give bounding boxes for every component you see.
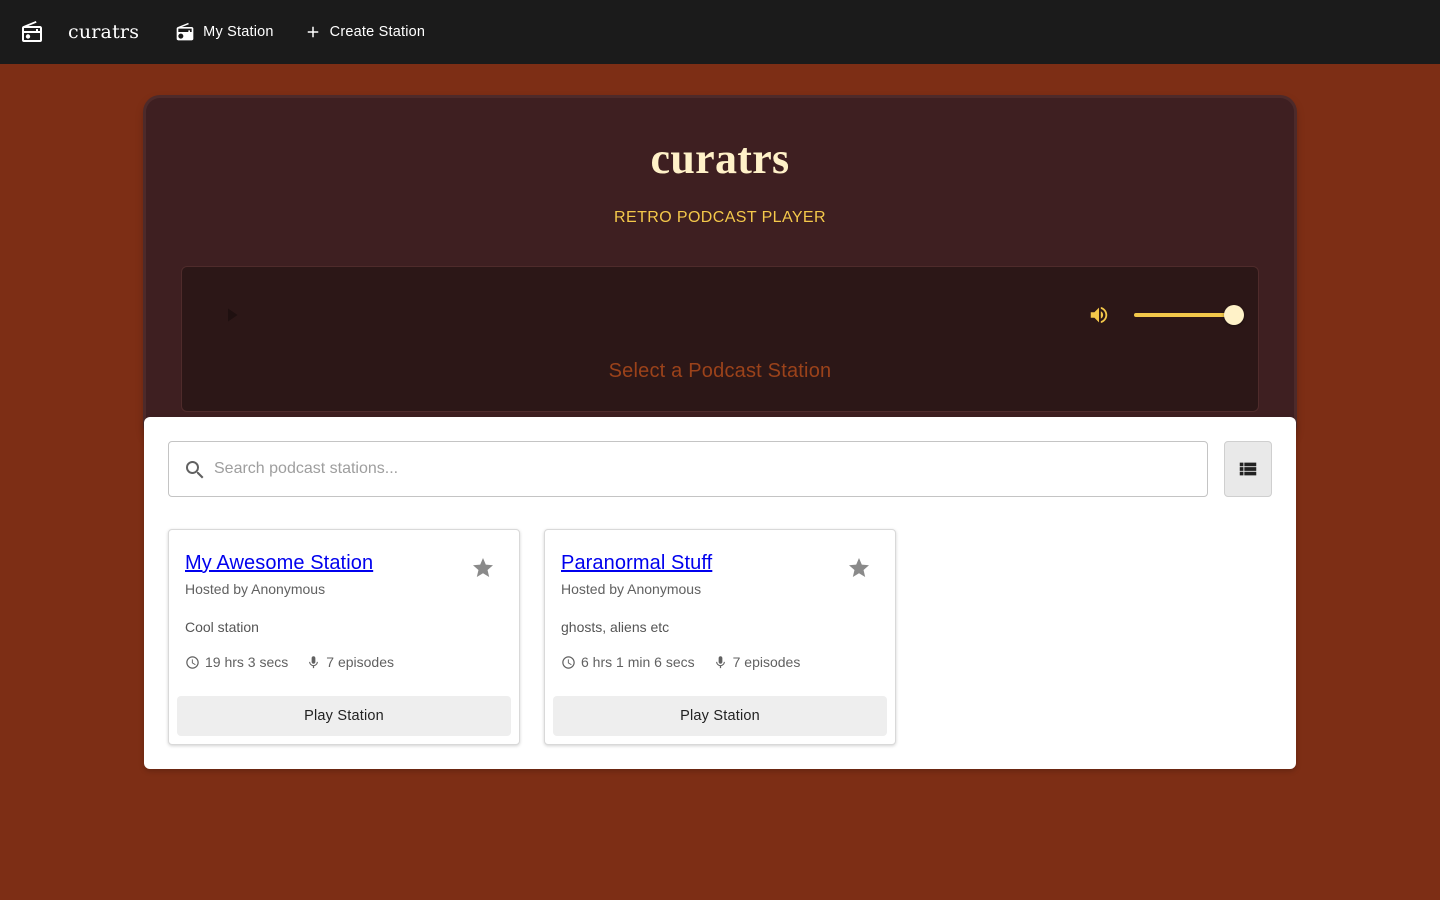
station-card: My Awesome Station Hosted by Anonymous C… [168, 529, 520, 745]
top-navbar: curatrs My Station Create Station [0, 0, 1440, 64]
volume-icon[interactable] [1088, 304, 1110, 326]
volume-slider-track [1134, 313, 1234, 317]
microphone-icon [713, 655, 728, 670]
station-name-link[interactable]: Paranormal Stuff [561, 552, 712, 575]
duration-text: 6 hrs 1 min 6 secs [581, 654, 695, 670]
radio-icon [175, 22, 195, 42]
star-icon[interactable] [471, 556, 495, 580]
clock-icon [185, 655, 200, 670]
brand-name[interactable]: curatrs [68, 21, 139, 43]
star-icon[interactable] [847, 556, 871, 580]
radio-icon[interactable] [20, 20, 44, 44]
player-deck: Select a Podcast Station [181, 266, 1259, 412]
search-input[interactable] [214, 442, 1194, 496]
station-description: ghosts, aliens etc [561, 619, 670, 635]
search-icon [183, 458, 207, 482]
station-episodes: 7 episodes [306, 654, 394, 670]
volume-slider[interactable] [1134, 304, 1244, 326]
clock-icon [561, 655, 576, 670]
select-station-prompt: Select a Podcast Station [608, 360, 832, 382]
station-episodes: 7 episodes [713, 654, 801, 670]
episodes-text: 7 episodes [732, 654, 801, 670]
my-station-button[interactable]: My Station [175, 22, 274, 42]
play-station-button[interactable]: Play Station [553, 696, 887, 736]
list-view-toggle-button[interactable] [1224, 441, 1272, 497]
station-name-link[interactable]: My Awesome Station [185, 552, 373, 575]
create-station-button[interactable]: Create Station [304, 23, 426, 41]
player-subtitle: RETRO PODCAST PLAYER [614, 209, 826, 226]
search-box [168, 441, 1208, 497]
list-view-icon [1237, 458, 1259, 480]
station-description: Cool station [185, 619, 259, 635]
stations-panel: My Awesome Station Hosted by Anonymous C… [144, 417, 1296, 769]
duration-text: 19 hrs 3 secs [205, 654, 289, 670]
my-station-label: My Station [203, 24, 274, 40]
create-station-label: Create Station [329, 24, 426, 40]
volume-slider-thumb[interactable] [1224, 305, 1244, 325]
station-duration: 6 hrs 1 min 6 secs [561, 654, 695, 670]
play-icon[interactable] [224, 307, 240, 323]
microphone-icon [306, 655, 321, 670]
station-meta: 19 hrs 3 secs 7 episodes [185, 654, 394, 670]
episodes-text: 7 episodes [326, 654, 394, 670]
station-duration: 19 hrs 3 secs [185, 654, 288, 670]
station-host: Hosted by Anonymous [185, 581, 326, 597]
play-station-button[interactable]: Play Station [177, 696, 511, 736]
station-meta: 6 hrs 1 min 6 secs 7 episodes [561, 654, 800, 670]
station-host: Hosted by Anonymous [561, 581, 702, 597]
plus-icon [304, 23, 322, 41]
player-title: curatrs [650, 134, 790, 183]
station-card: Paranormal Stuff Hosted by Anonymous gho… [544, 529, 896, 745]
